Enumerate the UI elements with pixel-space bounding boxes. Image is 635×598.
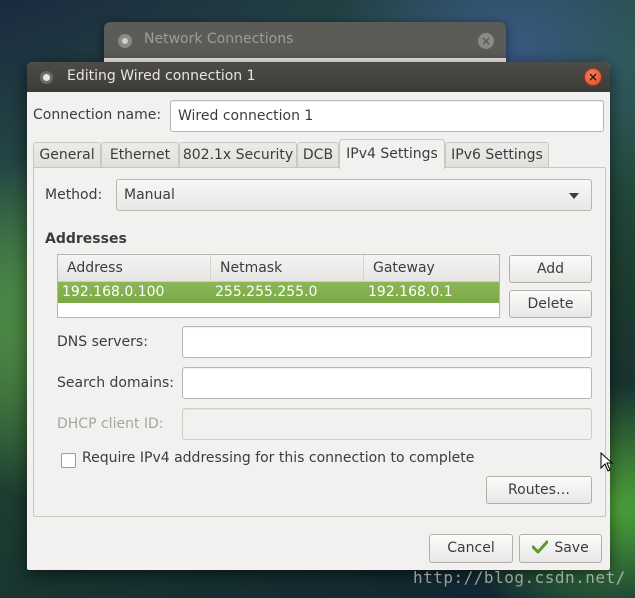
connection-name-label: Connection name:: [33, 107, 162, 123]
dhcp-client-id-label: DHCP client ID:: [57, 416, 164, 432]
chevron-down-icon: [569, 193, 579, 199]
require-ipv4-label[interactable]: Require IPv4 addressing for this connect…: [82, 450, 474, 466]
netmask-cell[interactable]: 255.255.255.0: [211, 282, 317, 303]
tab-general[interactable]: General: [33, 142, 101, 169]
column-header-gateway[interactable]: Gateway: [364, 255, 501, 282]
search-domains-input[interactable]: [182, 367, 592, 399]
window-menu-icon: [118, 34, 132, 48]
search-domains-label: Search domains:: [57, 375, 174, 391]
address-cell[interactable]: 192.168.0.100: [58, 282, 164, 303]
method-value: Manual: [124, 187, 175, 203]
save-label: Save: [554, 540, 589, 556]
addresses-table[interactable]: Address Netmask Gateway 192.168.0.100 25…: [57, 254, 500, 318]
tab-ethernet[interactable]: Ethernet: [101, 142, 179, 169]
watermark: http://blog.csdn.net/: [413, 568, 626, 587]
cancel-button[interactable]: Cancel: [429, 534, 513, 563]
save-button[interactable]: Save: [519, 534, 602, 563]
dns-servers-label: DNS servers:: [57, 334, 148, 350]
tab-ipv4-settings[interactable]: IPv4 Settings: [339, 139, 445, 169]
dialog-titlebar[interactable]: Editing Wired connection 1 ×: [27, 62, 610, 92]
method-select[interactable]: Manual: [116, 179, 592, 211]
require-ipv4-checkbox[interactable]: [61, 453, 76, 468]
close-button[interactable]: ×: [584, 68, 602, 86]
background-window: Network Connections ×: [104, 22, 506, 62]
column-header-netmask[interactable]: Netmask: [211, 255, 364, 282]
editing-connection-dialog: Editing Wired connection 1 × Connection …: [27, 62, 610, 570]
mouse-cursor-icon: [600, 452, 614, 472]
gateway-cell[interactable]: 192.168.0.1: [364, 282, 453, 303]
background-window-title: Network Connections: [144, 31, 294, 47]
connection-name-input[interactable]: Wired connection 1: [170, 100, 604, 132]
tab-dcb[interactable]: DCB: [297, 142, 339, 169]
dialog-title: Editing Wired connection 1: [67, 68, 256, 84]
dhcp-client-id-input: [182, 408, 592, 440]
close-icon[interactable]: ×: [478, 33, 494, 49]
tab-802-1x-security[interactable]: 802.1x Security: [179, 142, 297, 169]
checkmark-icon: [532, 540, 549, 553]
dns-servers-input[interactable]: [182, 326, 592, 358]
method-label: Method:: [45, 187, 103, 203]
routes-button[interactable]: Routes…: [486, 476, 592, 504]
table-row[interactable]: 192.168.0.100 255.255.255.0 192.168.0.1: [58, 282, 499, 303]
delete-button[interactable]: Delete: [509, 290, 592, 318]
table-header: Address Netmask Gateway: [58, 255, 499, 282]
window-menu-icon: [40, 71, 53, 84]
tab-ipv6-settings[interactable]: IPv6 Settings: [445, 142, 549, 169]
addresses-title: Addresses: [45, 231, 127, 247]
add-button[interactable]: Add: [509, 255, 592, 283]
column-header-address[interactable]: Address: [58, 255, 211, 282]
